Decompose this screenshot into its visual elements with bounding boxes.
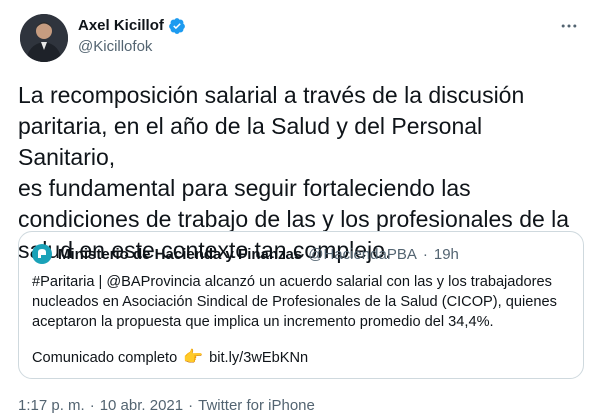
verified-badge-icon: [168, 17, 186, 35]
quoted-separator: ·: [422, 245, 428, 263]
tweet-date[interactable]: 10 abr. 2021: [100, 396, 183, 416]
author-info: Axel Kicillof @Kicillofok: [78, 16, 186, 57]
meta-separator: ·: [89, 397, 95, 414]
tweet-source[interactable]: Twitter for iPhone: [198, 396, 315, 416]
author-handle[interactable]: @Kicillofok: [78, 37, 186, 57]
meta-separator: ·: [188, 397, 194, 414]
quoted-cta-text: Comunicado completo: [32, 350, 178, 366]
tweet: Axel Kicillof @Kicillofok La recomposici…: [0, 0, 602, 418]
avatar[interactable]: [20, 14, 68, 62]
tweet-metadata: 1:17 p. m. · 10 abr. 2021 · Twitter for …: [18, 396, 315, 416]
quoted-cta-row: Comunicado completo 👉 bit.ly/3wEbKNn: [32, 348, 308, 368]
quoted-tweet[interactable]: Ministerio de Hacienda y Finanzas @Hacie…: [18, 231, 584, 379]
quoted-time: 19h: [433, 245, 459, 263]
quoted-tweet-header: Ministerio de Hacienda y Finanzas @Hacie…: [32, 244, 459, 264]
quoted-handle: @HaciendaPBA: [308, 245, 417, 263]
province-logo-icon: [38, 249, 46, 258]
quoted-text: #Paritaria | @BAProvincia alcanzó un acu…: [32, 274, 557, 330]
pointing-hand-icon: 👉: [183, 349, 204, 366]
quoted-link[interactable]: bit.ly/3wEbKNn: [209, 348, 308, 368]
quoted-display-name: Ministerio de Hacienda y Finanzas: [58, 245, 303, 263]
tweet-time[interactable]: 1:17 p. m.: [18, 396, 85, 416]
more-options-button[interactable]: [554, 14, 584, 38]
author-display-name[interactable]: Axel Kicillof: [78, 16, 164, 36]
more-horizontal-icon: [561, 24, 577, 28]
quoted-avatar[interactable]: [32, 244, 52, 264]
